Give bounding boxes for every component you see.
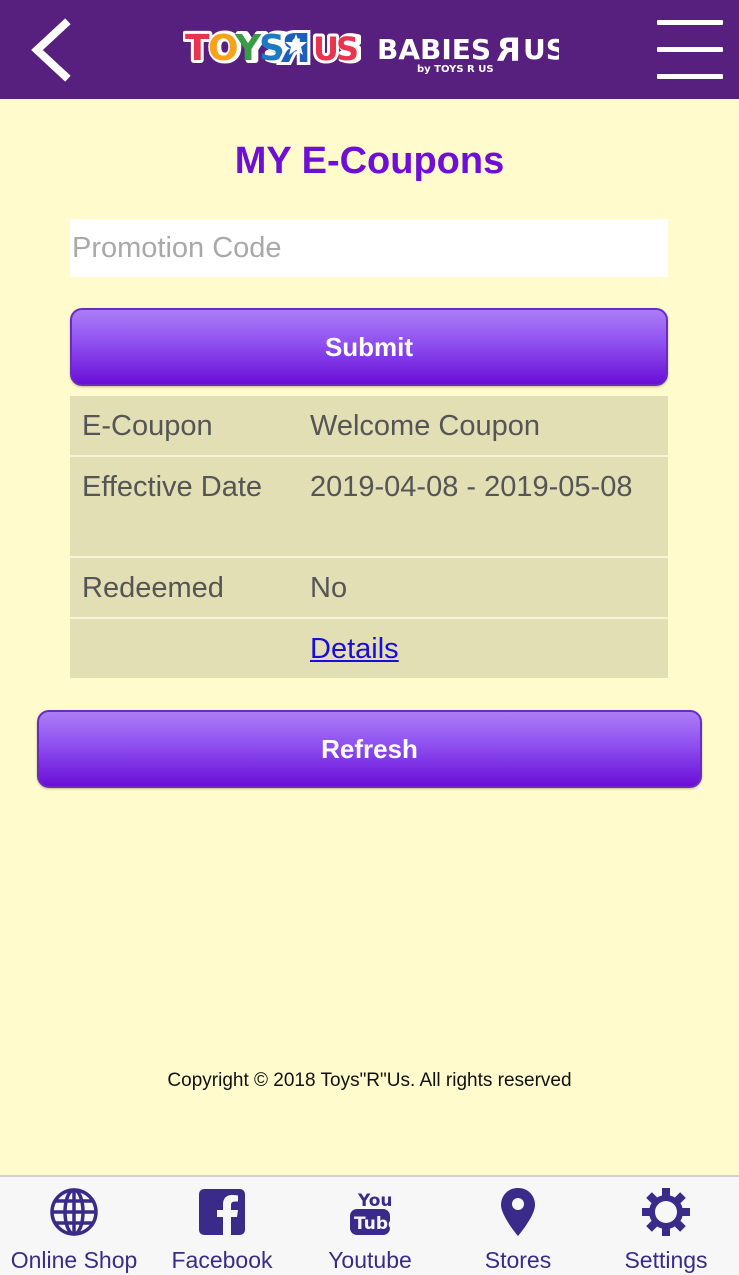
hamburger-icon xyxy=(657,74,723,79)
svg-text:Y: Y xyxy=(234,28,262,69)
tab-stores[interactable]: Stores xyxy=(444,1177,592,1275)
promotion-code-input[interactable] xyxy=(70,219,668,277)
youtube-icon: You Tube xyxy=(350,1191,396,1235)
svg-text:by TOYS R US: by TOYS R US xyxy=(417,64,494,75)
svg-text:US: US xyxy=(523,33,559,66)
chevron-left-icon xyxy=(31,18,71,82)
svg-text:R: R xyxy=(496,31,521,69)
refresh-button[interactable]: Refresh xyxy=(37,710,702,788)
row-label: Effective Date xyxy=(70,457,298,558)
row-value: Welcome Coupon xyxy=(298,396,668,457)
svg-text:Tube: Tube xyxy=(354,1214,396,1234)
table-row: E-Coupon Welcome Coupon xyxy=(70,396,668,457)
tab-online-shop[interactable]: Online Shop xyxy=(0,1177,148,1275)
tab-label: Youtube xyxy=(328,1247,412,1273)
bottom-nav: Online Shop Facebook You Tube Youtube St… xyxy=(0,1175,739,1275)
babies-r-us-logo: BABIES R US by TOYS R US xyxy=(377,31,559,75)
tab-label: Stores xyxy=(484,1247,552,1273)
row-label: Redeemed xyxy=(70,558,298,619)
svg-text:BABIES: BABIES xyxy=(377,33,491,66)
globe-icon xyxy=(50,1188,98,1236)
facebook-icon xyxy=(199,1189,245,1235)
svg-text:T: T xyxy=(185,28,210,69)
hamburger-icon xyxy=(657,20,723,25)
toys-r-us-logo: TOYS T O Y S R R US U S xyxy=(183,23,361,74)
details-cell: Details xyxy=(298,619,668,678)
hamburger-icon xyxy=(657,47,723,52)
tab-youtube[interactable]: You Tube Youtube xyxy=(296,1177,444,1275)
menu-button[interactable] xyxy=(650,18,730,82)
table-row: Effective Date 2019-04-08 - 2019-05-08 xyxy=(70,457,668,558)
svg-text:You: You xyxy=(357,1191,393,1211)
tab-label: Online Shop xyxy=(10,1247,138,1273)
row-label-empty xyxy=(70,619,298,678)
app-header: TOYS T O Y S R R US U S BABIES R US by T… xyxy=(0,0,739,99)
tab-settings[interactable]: Settings xyxy=(592,1177,739,1275)
gear-icon xyxy=(642,1188,690,1236)
submit-button[interactable]: Submit xyxy=(70,308,668,386)
page-title: MY E-Coupons xyxy=(234,140,505,182)
svg-text:S: S xyxy=(336,30,359,68)
row-value: No xyxy=(298,558,668,619)
row-value: 2019-04-08 - 2019-05-08 xyxy=(298,457,668,558)
tab-facebook[interactable]: Facebook xyxy=(148,1177,296,1275)
table-row: Details xyxy=(70,619,668,678)
details-link[interactable]: Details xyxy=(310,633,399,665)
back-button[interactable] xyxy=(24,18,78,82)
copyright-text: Copyright © 2018 Toys"R"Us. All rights r… xyxy=(167,1070,572,1091)
coupon-table: E-Coupon Welcome Coupon Effective Date 2… xyxy=(70,396,668,678)
tab-label: Settings xyxy=(624,1247,708,1273)
row-label: E-Coupon xyxy=(70,396,298,457)
table-row: Redeemed No xyxy=(70,558,668,619)
map-pin-icon xyxy=(501,1188,535,1236)
tab-label: Facebook xyxy=(171,1247,273,1273)
